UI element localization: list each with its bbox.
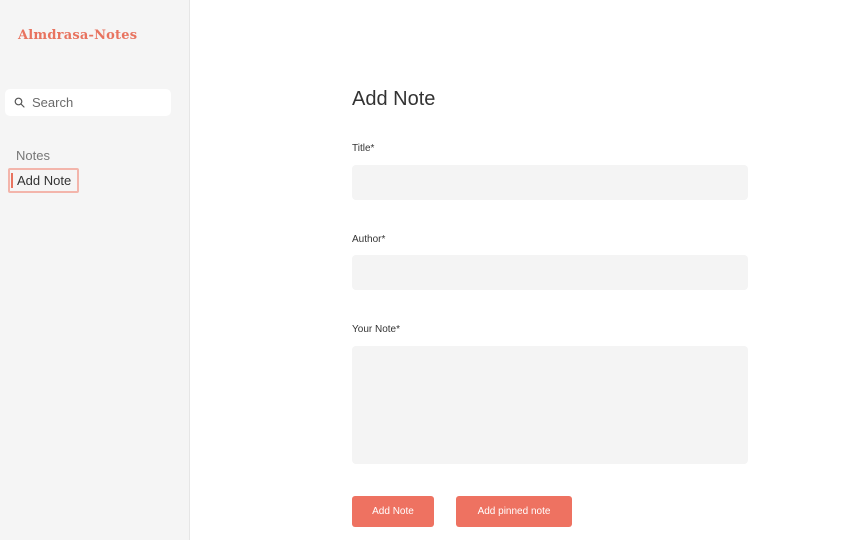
page-title: Add Note [352, 88, 436, 110]
add-pinned-note-button[interactable]: Add pinned note [456, 496, 572, 527]
search-box[interactable] [5, 89, 171, 116]
sidebar: Almdrasa-Notes Notes Add Note [0, 0, 190, 540]
sidebar-item-notes[interactable]: Notes [16, 148, 50, 163]
note-textarea[interactable] [352, 346, 748, 464]
add-note-button[interactable]: Add Note [352, 496, 434, 527]
search-icon [8, 89, 30, 116]
author-label: Author* [352, 234, 386, 245]
title-field[interactable] [352, 165, 748, 200]
title-label: Title* [352, 143, 375, 154]
app-logo[interactable]: Almdrasa-Notes [18, 28, 137, 43]
sidebar-item-label: Add Note [17, 173, 72, 188]
author-field[interactable] [352, 255, 748, 290]
note-label: Your Note* [352, 324, 400, 335]
active-indicator [11, 173, 13, 188]
search-input[interactable] [32, 95, 162, 110]
sidebar-item-add-note[interactable]: Add Note [8, 168, 79, 193]
